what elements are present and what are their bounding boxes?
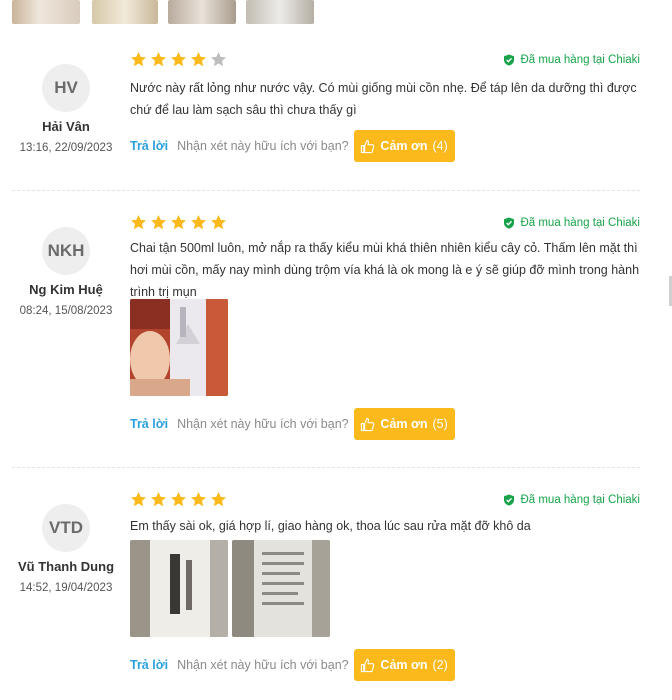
review-text: Em thấy sài ok, giá hợp lí, giao hàng ok… xyxy=(130,519,531,533)
star-empty-icon xyxy=(211,52,226,67)
thumbs-up-icon xyxy=(361,139,375,153)
review-text: Chai tận 500ml luôn, mở nắp ra thấy kiểu… xyxy=(130,241,640,299)
bottle-photo-image xyxy=(232,540,330,637)
verified-purchase-badge: Đã mua hàng tại Chiaki xyxy=(503,54,640,66)
star-rating xyxy=(130,51,227,68)
review-photo[interactable] xyxy=(168,0,236,24)
review-date: 08:24, 15/08/2023 xyxy=(19,305,113,317)
review-text: Nước này rất lỏng như nước vậy. Có mùi g… xyxy=(130,81,637,117)
review-date: 13:16, 22/09/2023 xyxy=(19,142,113,154)
reviewer-name: Hải Vân xyxy=(42,119,90,134)
star-filled-icon xyxy=(151,52,166,67)
star-filled-icon xyxy=(151,215,166,230)
star-rating xyxy=(130,214,227,231)
star-filled-icon xyxy=(171,215,186,230)
shield-check-icon xyxy=(504,217,515,229)
star-filled-icon xyxy=(131,215,146,230)
verified-purchase-badge: Đã mua hàng tại Chiaki xyxy=(503,217,640,229)
star-filled-icon xyxy=(211,492,226,507)
helpful-question: Nhận xét này hữu ích với bạn? xyxy=(177,139,349,153)
star-filled-icon xyxy=(151,492,166,507)
helpful-question: Nhận xét này hữu ích với bạn? xyxy=(177,417,349,431)
thanks-button[interactable]: Cảm ơn (5) xyxy=(353,408,455,440)
star-filled-icon xyxy=(191,52,206,67)
reply-link[interactable]: Trả lời xyxy=(130,139,168,153)
bottle-photo-image xyxy=(130,540,228,637)
divider xyxy=(12,190,640,191)
review-photo[interactable] xyxy=(92,0,158,24)
thanks-button[interactable]: Cảm ơn (4) xyxy=(353,130,455,162)
star-filled-icon xyxy=(131,52,146,67)
star-filled-icon xyxy=(191,215,206,230)
verified-purchase-badge: Đã mua hàng tại Chiaki xyxy=(503,494,640,506)
reply-link[interactable]: Trả lời xyxy=(130,417,168,431)
verified-label: Đã mua hàng tại Chiaki xyxy=(520,217,640,229)
review-item: NKH Ng Kim Huệ 08:24, 15/08/2023 Đã mua … xyxy=(0,203,672,465)
avatar: HV xyxy=(42,64,90,112)
star-filled-icon xyxy=(171,52,186,67)
thanks-button[interactable]: Cảm ơn (2) xyxy=(353,649,455,681)
previous-review-photos xyxy=(0,0,672,26)
reviewer-name: Vũ Thanh Dung xyxy=(17,559,115,574)
review-date: 14:52, 19/04/2023 xyxy=(19,582,113,594)
bottle-photo-image xyxy=(130,299,228,396)
star-rating xyxy=(130,491,227,508)
thanks-count: (5) xyxy=(432,417,448,431)
thanks-count: (4) xyxy=(432,139,448,153)
shield-check-icon xyxy=(504,54,515,66)
review-photo[interactable] xyxy=(246,0,314,24)
star-filled-icon xyxy=(211,215,226,230)
thanks-label: Cảm ơn xyxy=(380,139,428,153)
star-filled-icon xyxy=(131,492,146,507)
verified-label: Đã mua hàng tại Chiaki xyxy=(520,54,640,66)
helpful-question: Nhận xét này hữu ích với bạn? xyxy=(177,658,349,672)
review-photo[interactable] xyxy=(130,299,228,396)
thumbs-up-icon xyxy=(361,417,375,431)
verified-label: Đã mua hàng tại Chiaki xyxy=(520,494,640,506)
review-photo[interactable] xyxy=(130,540,228,637)
shield-check-icon xyxy=(504,494,515,506)
thumbs-up-icon xyxy=(361,658,375,672)
review-item: HV Hải Vân 13:16, 22/09/2023 Đã mua hàng… xyxy=(0,40,672,190)
review-actions: Trả lời Nhận xét này hữu ích với bạn? Cả… xyxy=(130,408,455,440)
review-photo[interactable] xyxy=(12,0,80,24)
star-filled-icon xyxy=(171,492,186,507)
avatar: VTD xyxy=(42,504,90,552)
reply-link[interactable]: Trả lời xyxy=(130,658,168,672)
review-photo[interactable] xyxy=(232,540,330,637)
reviewer-name: Ng Kim Huệ xyxy=(29,282,103,297)
thanks-count: (2) xyxy=(432,658,448,672)
avatar: NKH xyxy=(42,227,90,275)
review-actions: Trả lời Nhận xét này hữu ích với bạn? Cả… xyxy=(130,130,455,162)
thanks-label: Cảm ơn xyxy=(380,658,428,672)
review-item: VTD Vũ Thanh Dung 14:52, 19/04/2023 Đã m… xyxy=(0,480,672,700)
star-filled-icon xyxy=(191,492,206,507)
review-actions: Trả lời Nhận xét này hữu ích với bạn? Cả… xyxy=(130,649,455,681)
divider xyxy=(12,467,640,468)
thanks-label: Cảm ơn xyxy=(380,417,428,431)
